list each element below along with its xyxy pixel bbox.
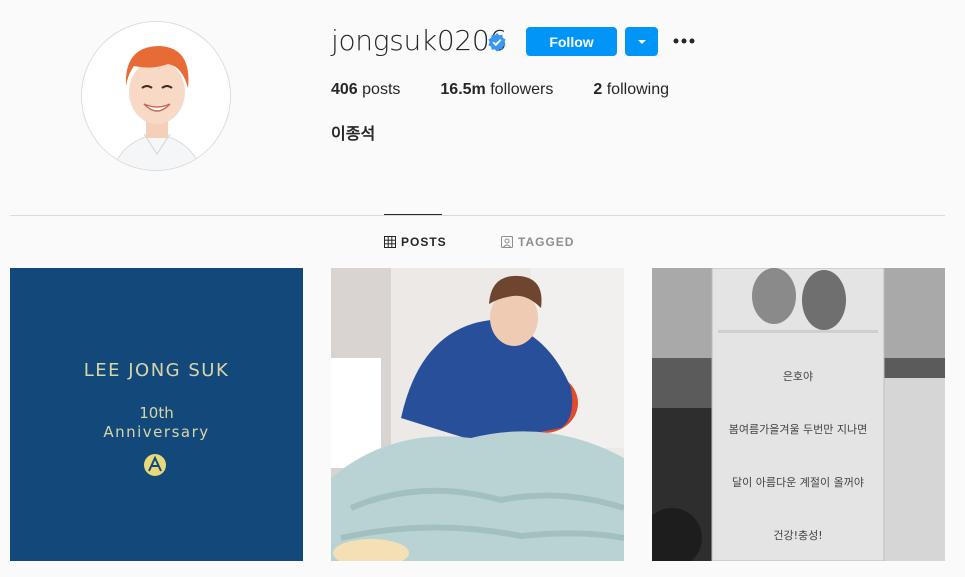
suggestions-dropdown-button[interactable] (625, 27, 658, 56)
tab-posts[interactable]: POSTS (384, 235, 447, 249)
posts-count: 406 (331, 81, 358, 98)
tab-tagged[interactable]: TAGGED (501, 235, 574, 249)
verified-badge-icon (488, 33, 506, 52)
post-tile[interactable]: LEE JONG SUK 10th Anniversary (10, 268, 303, 561)
following-count: 2 (593, 81, 603, 98)
more-options-button[interactable] (672, 31, 696, 51)
tab-divider (10, 215, 945, 216)
post-subtitle: Anniversary (103, 423, 210, 441)
tag-icon (501, 236, 513, 248)
profile-username: jongsuk0206 (331, 24, 507, 57)
followers-label: followers (490, 81, 554, 98)
avatar-illustration (82, 22, 230, 170)
post-sign-line: 건강!충성! (773, 529, 823, 542)
following-label: following (606, 81, 669, 98)
tab-active-indicator (384, 214, 442, 215)
post-title: LEE JONG SUK (83, 360, 230, 381)
posts-stat: 406 posts (331, 81, 400, 99)
followers-stat[interactable]: 16.5m followers (440, 81, 553, 99)
grid-icon (384, 236, 396, 248)
follow-button[interactable]: Follow (526, 27, 617, 56)
post-sign-line: 달이 아름다운 계절이 올꺼야 (732, 476, 864, 489)
more-horizontal-icon (673, 38, 695, 44)
post-subtitle-num: 10th (139, 404, 174, 422)
profile-page: jongsuk0206 Follow 406 posts 16.5m follo… (0, 0, 965, 577)
post-photo (331, 268, 624, 561)
following-stat[interactable]: 2 following (593, 81, 669, 99)
anniversary-logo-icon (144, 454, 166, 476)
posts-label: posts (362, 81, 401, 98)
tab-tagged-label: TAGGED (518, 235, 575, 249)
followers-count: 16.5m (440, 81, 486, 98)
chevron-down-icon (637, 39, 646, 44)
post-tile[interactable] (331, 268, 624, 561)
post-sign-line: 봄여름가을겨울 두번만 지나면 (728, 423, 868, 436)
post-sign-line: 은호야 (782, 370, 814, 383)
profile-full-name: 이종석 (331, 124, 376, 143)
post-photo (652, 268, 945, 561)
profile-stats: 406 posts 16.5m followers 2 following (331, 81, 709, 99)
post-tile[interactable]: 은호야 봄여름가을겨울 두번만 지나면 달이 아름다운 계절이 올꺼야 건강!충… (652, 268, 945, 561)
profile-avatar[interactable] (81, 21, 231, 171)
tab-posts-label: POSTS (401, 235, 447, 249)
